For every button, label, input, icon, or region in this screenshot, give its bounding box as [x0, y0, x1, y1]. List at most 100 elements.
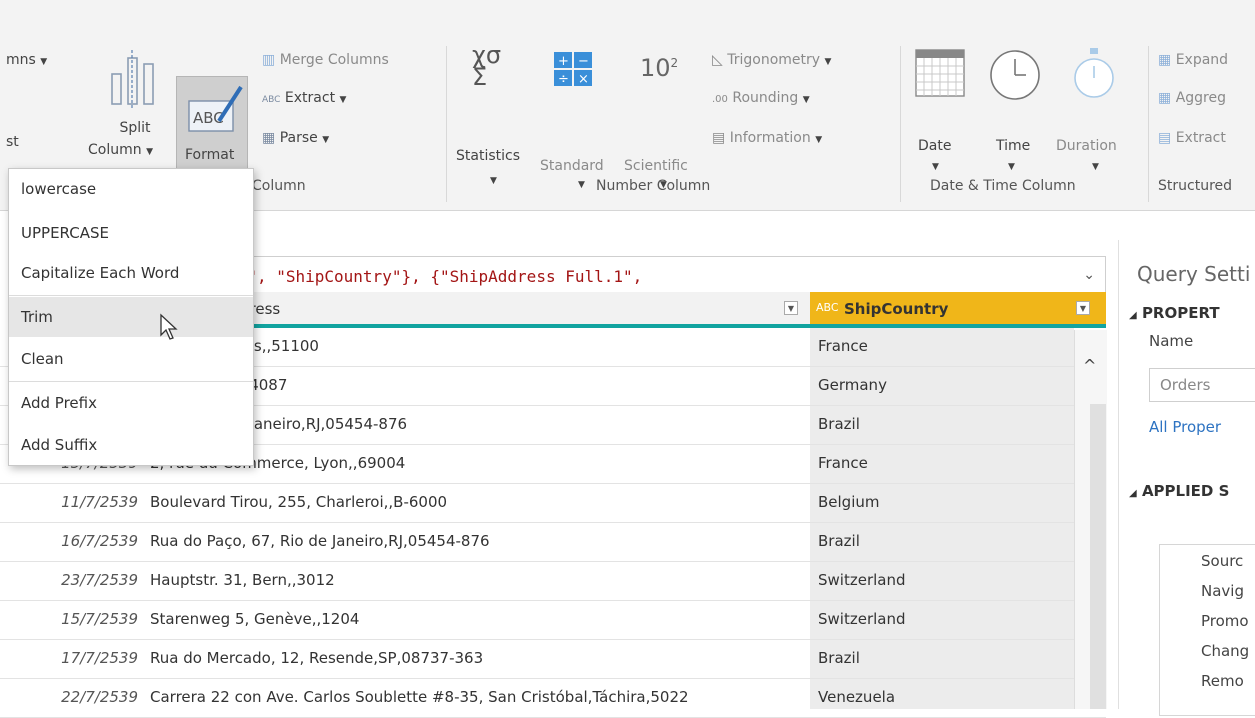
statistics-button[interactable]: χσ Σ Statistics ▼	[456, 40, 538, 186]
chevron-down-icon: ▼	[1092, 162, 1099, 172]
chevron-down-icon: ▼	[1008, 162, 1015, 172]
sigma-icon: χσ Σ	[472, 41, 502, 91]
cell-orderdate[interactable]: 16/7/2539	[6, 532, 138, 550]
calendar-icon	[915, 49, 965, 97]
columns-button-partial[interactable]: mns ▼	[6, 52, 47, 68]
divider	[446, 46, 447, 202]
properties-label: PROPERT	[1141, 304, 1220, 322]
cell-shipaddress[interactable]: Carrera 22 con Ave. Carlos Soublette #8-…	[150, 688, 800, 706]
standard-button[interactable]: + − ÷ × Standard ▼	[540, 40, 624, 190]
table-row[interactable]: 22/7/2539 Carrera 22 con Ave. Carlos Soub…	[0, 679, 1106, 718]
divider	[1148, 46, 1149, 202]
text-column-group-label: Column	[252, 178, 306, 194]
format-icon: ABC	[188, 85, 243, 132]
applied-step-item[interactable]: Chang	[1201, 642, 1249, 660]
cell-shipcountry[interactable]: Brazil	[818, 532, 860, 550]
expand-icon: ▦	[1158, 52, 1172, 68]
svg-text:÷: ÷	[558, 72, 569, 87]
aggregate-button-partial[interactable]: ▦ Aggreg	[1158, 90, 1226, 106]
applied-steps-section[interactable]: ◢ APPLIED S	[1129, 482, 1229, 500]
cell-shipcountry[interactable]: Brazil	[818, 649, 860, 667]
rounding-button[interactable]: .00 Rounding ▼	[712, 90, 810, 106]
rounding-icon: .00	[712, 94, 728, 105]
svg-text:+: +	[558, 54, 569, 69]
cell-orderdate[interactable]: 17/7/2539	[6, 649, 138, 667]
applied-step-item[interactable]: Navig	[1201, 582, 1244, 600]
table-row[interactable]: 23/7/2539 Hauptstr. 31, Bern,,3012 Switzer…	[0, 562, 1106, 601]
applied-step-item[interactable]: Remo	[1201, 672, 1244, 690]
collapse-icon: ◢	[1129, 310, 1137, 321]
table-row[interactable]: 16/7/2539 Rua do Paço, 67, Rio de Janeiro…	[0, 523, 1106, 562]
cell-shipaddress[interactable]: Hauptstr. 31, Bern,,3012	[150, 571, 800, 589]
chevron-down-icon: ▼	[339, 95, 347, 105]
chevron-down-icon: ▼	[578, 180, 585, 190]
date-label: Date	[918, 138, 952, 154]
cell-orderdate[interactable]: 23/7/2539	[6, 571, 138, 589]
cell-shipcountry[interactable]: Switzerland	[818, 610, 906, 628]
expand-button-partial[interactable]: ▦ Expand	[1158, 52, 1228, 68]
scientific-label: Scientific	[624, 158, 688, 174]
duration-button[interactable]: Duration ▼	[1054, 42, 1134, 172]
all-properties-link[interactable]: All Proper	[1149, 418, 1221, 436]
cell-shipcountry[interactable]: France	[818, 337, 868, 355]
cell-shipcountry[interactable]: Brazil	[818, 415, 860, 433]
applied-step-item[interactable]: Promo	[1201, 612, 1249, 630]
merge-columns-button[interactable]: ▥ Merge Columns	[262, 52, 389, 68]
extract-values-button-partial[interactable]: ▤ Extract	[1158, 130, 1226, 146]
format-label: Format	[185, 147, 235, 163]
menu-item-capitalize-each-word[interactable]: Capitalize Each Word	[9, 253, 253, 293]
scrollbar-thumb[interactable]	[1090, 404, 1106, 709]
cell-orderdate[interactable]: 11/7/2539	[6, 493, 138, 511]
applied-step-item[interactable]: Sourc	[1201, 552, 1243, 570]
cell-shipcountry[interactable]: Germany	[818, 376, 887, 394]
scientific-button[interactable]: 102 Scientific ▼	[624, 40, 704, 190]
chevron-up-icon[interactable]: ^	[1083, 356, 1096, 375]
table-row[interactable]: 15/7/2539 Starenweg 5, Genève,,1204 Switze…	[0, 601, 1106, 640]
column-header-shipcountry[interactable]: ABC ShipCountry ▼	[810, 292, 1106, 328]
time-label: Time	[996, 138, 1031, 154]
filter-dropdown-icon[interactable]: ▼	[784, 301, 798, 315]
menu-item-add-suffix[interactable]: Add Suffix	[9, 425, 253, 465]
cell-shipaddress[interactable]: Rua do Mercado, 12, Resende,SP,08737-363	[150, 649, 800, 667]
cell-shipaddress[interactable]: Rua do Paço, 67, Rio de Janeiro,RJ,05454…	[150, 532, 800, 550]
menu-divider	[9, 295, 253, 296]
information-button[interactable]: ▤ Information ▼	[712, 130, 822, 146]
split-column-button[interactable]: Split Column ▼	[88, 42, 172, 172]
menu-item-add-prefix[interactable]: Add Prefix	[9, 383, 253, 423]
query-name-input[interactable]: Orders	[1149, 368, 1255, 402]
name-label: Name	[1149, 332, 1194, 350]
rounding-label: Rounding	[732, 90, 799, 106]
text-type-icon: ABC	[816, 301, 839, 314]
cell-shipcountry[interactable]: Belgium	[818, 493, 880, 511]
table-row[interactable]: 11/7/2539 Boulevard Tirou, 255, Charleroi…	[0, 484, 1106, 523]
merge-columns-label: Merge Columns	[279, 52, 389, 68]
cell-shipaddress[interactable]: Starenweg 5, Genève,,1204	[150, 610, 800, 628]
cell-shipaddress[interactable]: Boulevard Tirou, 255, Charleroi,,B-6000	[150, 493, 800, 511]
time-button[interactable]: Time ▼	[982, 42, 1048, 172]
mouse-cursor-icon	[160, 313, 178, 340]
cell-shipcountry[interactable]: Venezuela	[818, 688, 895, 706]
list-button-partial[interactable]: st	[6, 134, 19, 150]
filter-dropdown-icon[interactable]: ▼	[1076, 301, 1090, 315]
date-button[interactable]: Date ▼	[908, 42, 974, 172]
cell-orderdate[interactable]: 15/7/2539	[6, 610, 138, 628]
svg-text:−: −	[578, 54, 589, 69]
cell-orderdate[interactable]: 22/7/2539	[6, 688, 138, 706]
table-row[interactable]: 17/7/2539 Rua do Mercado, 12, Resende,SP,…	[0, 640, 1106, 679]
menu-item-lowercase[interactable]: lowercase	[9, 169, 253, 209]
menu-item-uppercase[interactable]: UPPERCASE	[9, 213, 253, 253]
parse-icon: ▦	[262, 130, 276, 146]
parse-button[interactable]: ▦ Parse ▼	[262, 130, 329, 146]
trigonometry-button[interactable]: ◺ Trigonometry ▼	[712, 52, 831, 68]
properties-section[interactable]: ◢ PROPERT	[1129, 304, 1220, 322]
chevron-down-icon[interactable]: ⌄	[1083, 267, 1095, 283]
cell-shipcountry[interactable]: France	[818, 454, 868, 472]
extract-values-label: Extract	[1175, 130, 1226, 146]
menu-item-trim[interactable]: Trim	[9, 297, 253, 337]
menu-item-clean[interactable]: Clean	[9, 339, 253, 379]
cell-shipcountry[interactable]: Switzerland	[818, 571, 906, 589]
stopwatch-icon	[1074, 48, 1114, 98]
statistics-label: Statistics	[456, 148, 520, 164]
extract-button[interactable]: ABC Extract ▼	[262, 90, 346, 106]
column-header-label: ShipCountry	[844, 300, 949, 318]
